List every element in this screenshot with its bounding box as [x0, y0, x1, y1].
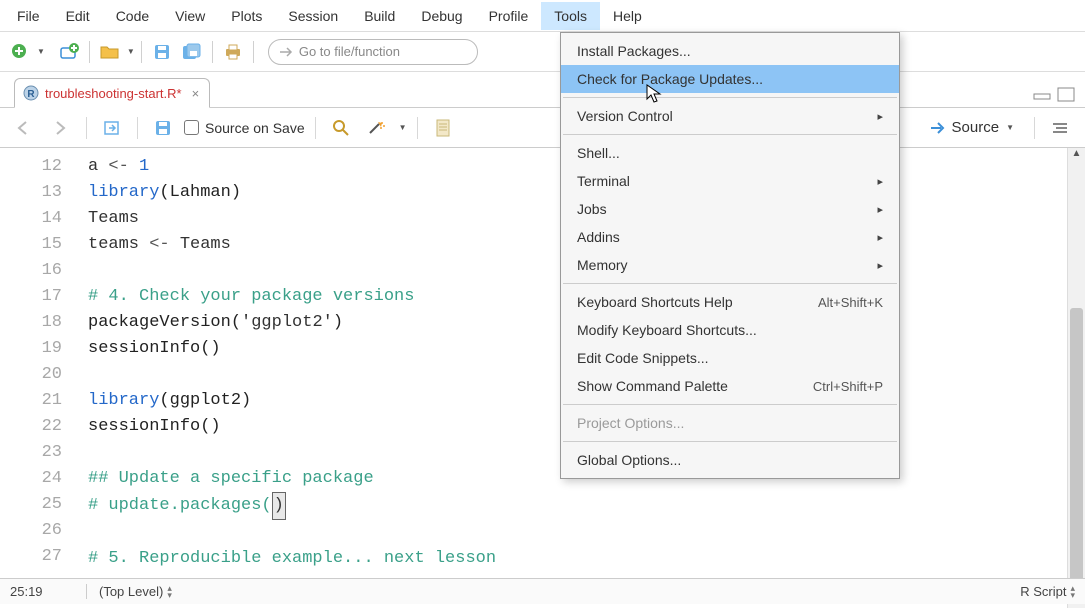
- r-file-icon: R: [23, 85, 39, 101]
- menu-separator: [563, 97, 897, 98]
- menu-profile[interactable]: Profile: [476, 2, 542, 30]
- scope-label: (Top Level): [99, 584, 163, 599]
- source-button[interactable]: Source ▼: [920, 115, 1024, 140]
- updown-icon: ▴▾: [1070, 585, 1075, 599]
- find-button[interactable]: [326, 114, 356, 142]
- source-button-label: Source: [952, 119, 1000, 136]
- menu-item-edit-code-snippets[interactable]: Edit Code Snippets...: [561, 344, 899, 372]
- code-tools-button[interactable]: [362, 114, 392, 142]
- scroll-up-arrow[interactable]: ▲: [1068, 148, 1085, 164]
- scope-selector[interactable]: (Top Level) ▴▾: [86, 584, 172, 599]
- compile-report-button[interactable]: [428, 114, 458, 142]
- source-on-save-toggle[interactable]: Source on Save: [184, 120, 305, 136]
- line-gutter: 12131415161718192021222324252627: [0, 148, 76, 608]
- language-label: R Script: [1020, 584, 1066, 599]
- menu-build[interactable]: Build: [351, 2, 408, 30]
- chevron-down-icon[interactable]: ▼: [127, 47, 135, 56]
- menu-view[interactable]: View: [162, 2, 218, 30]
- menu-item-global-options[interactable]: Global Options...: [561, 446, 899, 474]
- menu-item-memory[interactable]: Memory: [561, 251, 899, 279]
- checkbox-icon: [184, 120, 199, 135]
- back-button[interactable]: [10, 114, 40, 142]
- save-all-button[interactable]: [178, 38, 206, 66]
- file-tab[interactable]: R troubleshooting-start.R* ×: [14, 78, 210, 108]
- updown-icon: ▴▾: [167, 585, 172, 599]
- maximize-pane-button[interactable]: [1057, 87, 1077, 103]
- mouse-cursor-icon: [646, 84, 662, 104]
- close-tab-button[interactable]: ×: [192, 86, 200, 101]
- editor-toolbar: Source on Save ▼ Source ▼: [0, 108, 1085, 148]
- show-in-new-window-button[interactable]: [97, 114, 127, 142]
- file-tab-name: troubleshooting-start.R*: [45, 86, 182, 101]
- cursor-position: 25:19: [10, 584, 82, 599]
- menu-item-terminal[interactable]: Terminal: [561, 167, 899, 195]
- goto-file-input[interactable]: Go to file/function: [268, 39, 478, 65]
- menu-item-modify-keyboard-shortcuts[interactable]: Modify Keyboard Shortcuts...: [561, 316, 899, 344]
- editor-tabs: R troubleshooting-start.R* ×: [0, 72, 1085, 108]
- separator: [89, 41, 90, 63]
- menu-item-project-options: Project Options...: [561, 409, 899, 437]
- scrollbar-thumb[interactable]: [1070, 308, 1083, 588]
- open-file-button[interactable]: [96, 38, 124, 66]
- print-button[interactable]: [219, 38, 247, 66]
- menu-item-jobs[interactable]: Jobs: [561, 195, 899, 223]
- menu-code[interactable]: Code: [103, 2, 162, 30]
- menu-file[interactable]: File: [4, 2, 53, 30]
- save-file-button[interactable]: [148, 114, 178, 142]
- menu-edit[interactable]: Edit: [53, 2, 103, 30]
- menu-plots[interactable]: Plots: [218, 2, 275, 30]
- chevron-down-icon[interactable]: ▼: [37, 47, 45, 56]
- chevron-down-icon[interactable]: ▼: [1006, 123, 1014, 132]
- outline-button[interactable]: [1045, 114, 1075, 142]
- svg-text:R: R: [27, 89, 35, 100]
- menu-debug[interactable]: Debug: [408, 2, 475, 30]
- separator: [253, 41, 254, 63]
- chevron-down-icon[interactable]: ▼: [399, 123, 407, 132]
- menu-item-install-packages[interactable]: Install Packages...: [561, 37, 899, 65]
- new-file-button[interactable]: [6, 38, 34, 66]
- menu-separator: [563, 404, 897, 405]
- menu-session[interactable]: Session: [275, 2, 351, 30]
- menu-help[interactable]: Help: [600, 2, 655, 30]
- menu-tools[interactable]: Tools: [541, 2, 600, 30]
- main-toolbar: ▼ ▼ Go to file/function: [0, 32, 1085, 72]
- source-on-save-label: Source on Save: [205, 120, 305, 136]
- separator: [141, 41, 142, 63]
- menu-item-keyboard-shortcuts-help[interactable]: Keyboard Shortcuts HelpAlt+Shift+K: [561, 288, 899, 316]
- source-arrow-icon: [930, 121, 946, 135]
- menu-separator: [563, 283, 897, 284]
- minimize-pane-button[interactable]: [1033, 87, 1053, 103]
- language-selector[interactable]: R Script ▴▾: [1020, 584, 1075, 599]
- menu-item-version-control[interactable]: Version Control: [561, 102, 899, 130]
- menubar: FileEditCodeViewPlotsSessionBuildDebugPr…: [0, 0, 1085, 32]
- vertical-scrollbar[interactable]: ▲ ▼: [1067, 148, 1085, 608]
- goto-placeholder: Go to file/function: [299, 44, 400, 59]
- tools-menu-dropdown: Install Packages...Check for Package Upd…: [560, 32, 900, 479]
- separator: [212, 41, 213, 63]
- menu-separator: [563, 134, 897, 135]
- save-button[interactable]: [148, 38, 176, 66]
- menu-item-shell[interactable]: Shell...: [561, 139, 899, 167]
- menu-separator: [563, 441, 897, 442]
- menu-item-check-for-package-updates[interactable]: Check for Package Updates...: [561, 65, 899, 93]
- new-project-button[interactable]: [55, 38, 83, 66]
- status-bar: 25:19 (Top Level) ▴▾ R Script ▴▾: [0, 578, 1085, 604]
- code-editor[interactable]: 12131415161718192021222324252627 a <- 1l…: [0, 148, 1085, 608]
- forward-button[interactable]: [46, 114, 76, 142]
- menu-item-addins[interactable]: Addins: [561, 223, 899, 251]
- menu-item-show-command-palette[interactable]: Show Command PaletteCtrl+Shift+P: [561, 372, 899, 400]
